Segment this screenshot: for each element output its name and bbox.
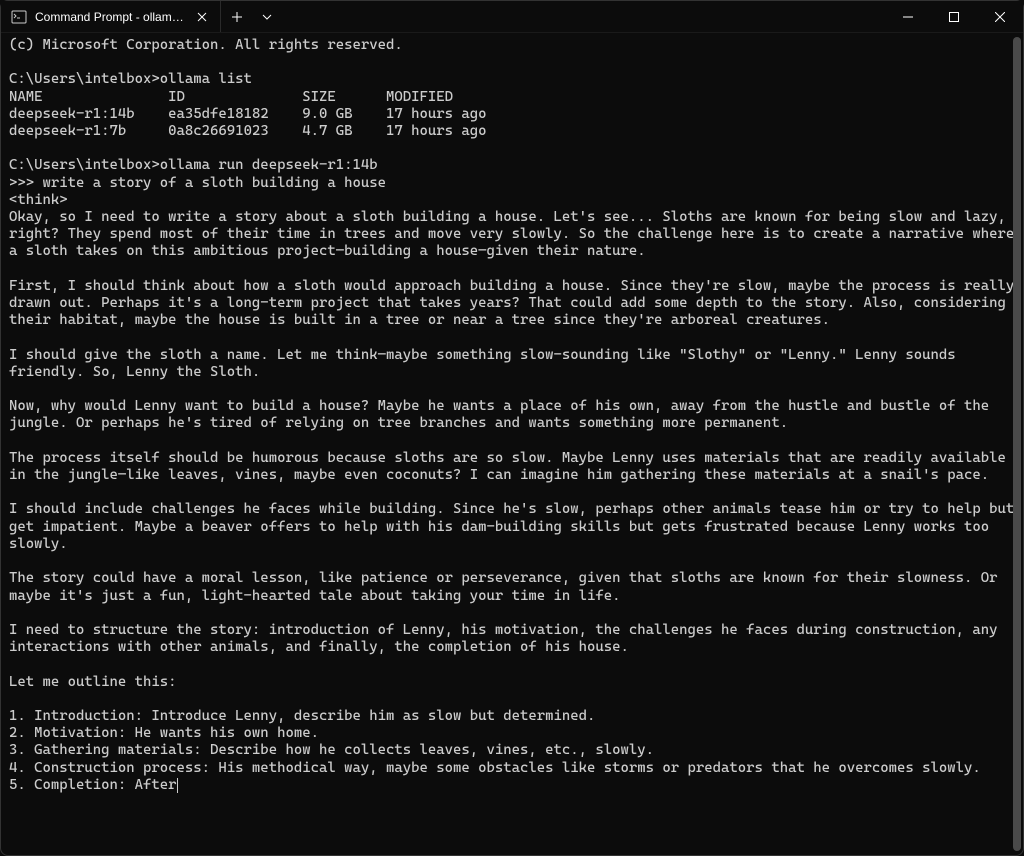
copyright-line: (c) Microsoft Corporation. All rights re… bbox=[9, 37, 403, 53]
table-row: 9.0 GB bbox=[302, 106, 352, 122]
scrollbar-thumb[interactable] bbox=[1013, 37, 1021, 851]
prompt-line: C:\Users\intelbox>ollama list bbox=[9, 71, 252, 87]
table-header-modified: MODIFIED bbox=[386, 89, 453, 105]
tab-dropdown-button[interactable] bbox=[253, 1, 281, 32]
terminal-icon bbox=[11, 9, 27, 25]
table-row: deepseek-r1:14b bbox=[9, 106, 135, 122]
window-controls bbox=[885, 1, 1023, 32]
prompt-line: C:\Users\intelbox>ollama run deepseek-r1… bbox=[9, 157, 378, 173]
maximize-button[interactable] bbox=[931, 1, 977, 33]
table-row: 0a8c26691023 bbox=[168, 123, 269, 139]
terminal-output[interactable]: (c) Microsoft Corporation. All rights re… bbox=[1, 33, 1023, 855]
model-output: I need to structure the story: introduct… bbox=[9, 622, 1006, 655]
table-header-name: NAME bbox=[9, 89, 43, 105]
table-header-size: SIZE bbox=[302, 89, 336, 105]
new-tab-button[interactable] bbox=[221, 1, 253, 32]
tab-close-button[interactable] bbox=[194, 9, 210, 25]
model-output: First, I should think about how a sloth … bbox=[9, 278, 1023, 328]
model-output: I should include challenges he faces whi… bbox=[9, 501, 1023, 551]
user-input: >>> write a story of a sloth building a … bbox=[9, 175, 386, 191]
model-output: Okay, so I need to write a story about a… bbox=[9, 209, 1023, 259]
titlebar-drag-area[interactable] bbox=[281, 1, 885, 32]
table-row: 17 hours ago bbox=[386, 106, 487, 122]
outline-item: 1. Introduction: Introduce Lenny, descri… bbox=[9, 708, 595, 724]
outline-item: 5. Completion: After bbox=[9, 777, 177, 793]
table-row: 17 hours ago bbox=[386, 123, 487, 139]
titlebar: Command Prompt - ollama ru bbox=[1, 1, 1023, 33]
model-output: The story could have a moral lesson, lik… bbox=[9, 570, 1006, 603]
outline-item: 4. Construction process: His methodical … bbox=[9, 760, 981, 776]
tab-active[interactable]: Command Prompt - ollama ru bbox=[1, 1, 221, 32]
think-tag: <think> bbox=[9, 192, 68, 208]
minimize-button[interactable] bbox=[885, 1, 931, 33]
model-output: The process itself should be humorous be… bbox=[9, 450, 1014, 483]
outline-label: Let me outline this: bbox=[9, 674, 177, 690]
model-output: I should give the sloth a name. Let me t… bbox=[9, 347, 964, 380]
scrollbar[interactable] bbox=[1013, 37, 1021, 851]
close-button[interactable] bbox=[977, 1, 1023, 33]
table-row: 4.7 GB bbox=[302, 123, 352, 139]
table-row: deepseek-r1:7b bbox=[9, 123, 126, 139]
outline-item: 3. Gathering materials: Describe how he … bbox=[9, 742, 654, 758]
model-output: Now, why would Lenny want to build a hou… bbox=[9, 398, 998, 431]
table-header-id: ID bbox=[168, 89, 185, 105]
tab-title: Command Prompt - ollama ru bbox=[35, 10, 186, 24]
table-row: ea35dfe18182 bbox=[168, 106, 269, 122]
outline-item: 2. Motivation: He wants his own home. bbox=[9, 725, 319, 741]
text-cursor bbox=[177, 778, 178, 793]
